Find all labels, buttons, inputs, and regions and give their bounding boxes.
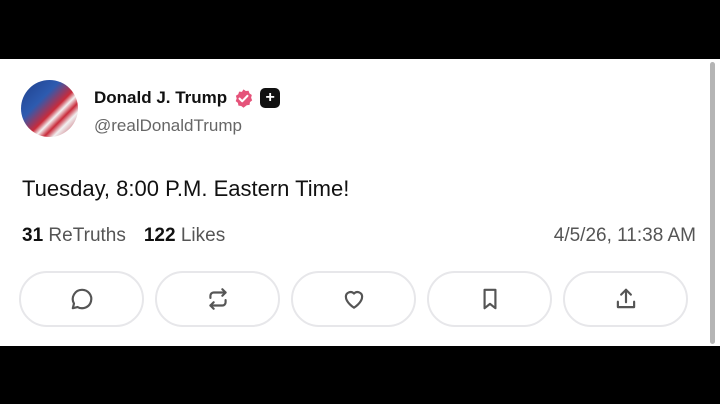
likes-stat[interactable]: 122 Likes [144, 225, 225, 247]
retruths-stat[interactable]: 31 ReTruths [22, 225, 126, 247]
post-text: Tuesday, 8:00 P.M. Eastern Time! [22, 176, 350, 201]
share-button[interactable] [563, 271, 688, 327]
plus-badge-icon: + [260, 88, 281, 108]
reply-icon [71, 288, 92, 310]
post-stats: 31 ReTruths 122 Likes [22, 225, 225, 247]
likes-count: 122 [143, 225, 176, 246]
author-row: Donald J. Trump + [94, 87, 281, 109]
like-button[interactable] [291, 271, 416, 327]
bookmark-button[interactable] [427, 271, 552, 327]
retruth-button[interactable] [155, 271, 280, 327]
scrollbar[interactable] [710, 62, 715, 344]
bookmark-icon [483, 288, 496, 310]
post-timestamp[interactable]: 4/5/26, 11:38 AM [554, 225, 696, 247]
action-bar [19, 271, 688, 327]
verified-badge-icon [233, 88, 254, 109]
like-icon [344, 291, 363, 309]
retruth-icon [208, 288, 227, 310]
likes-label: Likes [180, 225, 226, 246]
reply-button[interactable] [19, 271, 144, 327]
share-icon [616, 288, 635, 309]
author-handle[interactable]: @realDonaldTrump [94, 116, 242, 136]
author-name[interactable]: Donald J. Trump [94, 88, 227, 108]
avatar[interactable] [21, 80, 78, 137]
retruths-count: 31 [22, 225, 44, 246]
retruths-label: ReTruths [48, 225, 126, 246]
